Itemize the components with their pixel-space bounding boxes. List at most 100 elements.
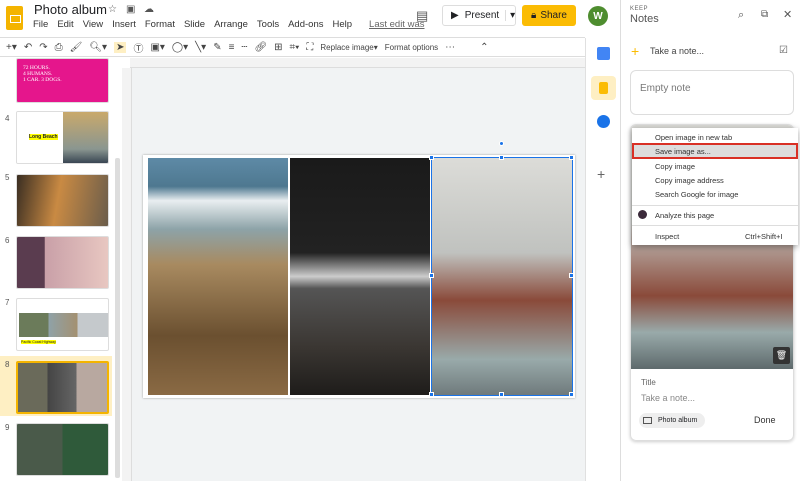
close-icon[interactable]: ✕ (783, 8, 792, 21)
menu-view[interactable]: View (83, 19, 103, 30)
resize-handle[interactable] (429, 273, 434, 278)
ocean-rocks-photo[interactable] (148, 158, 288, 395)
menu-edit[interactable]: Edit (57, 19, 73, 30)
resize-handle[interactable] (569, 392, 574, 397)
person-standing-photo[interactable] (290, 158, 430, 395)
vertical-ruler (122, 68, 132, 481)
calendar-icon[interactable] (597, 47, 610, 60)
slide-thumbnail-8-selected[interactable] (16, 361, 109, 414)
delete-icon[interactable]: 🗑︎ (773, 347, 790, 364)
border-dash-icon[interactable]: ┄ (241, 42, 247, 53)
slide-number: 4 (5, 114, 10, 123)
rotate-handle[interactable] (499, 141, 504, 146)
menu-analyze-page[interactable]: Analyze this page (655, 211, 714, 220)
context-menu: Open image in new tab Save image as... C… (632, 128, 798, 245)
slides-logo[interactable] (6, 6, 23, 30)
format-options-button[interactable]: Format options (385, 43, 438, 52)
menu-inspect[interactable]: Inspect (655, 232, 679, 241)
filmstrip-scrollbar[interactable] (115, 158, 120, 478)
border-weight-icon[interactable]: ≡ (229, 42, 235, 53)
slide-7-title: Pacific Coast Highway (21, 340, 56, 344)
golden-gate-bridge-photo[interactable] (431, 157, 573, 396)
slide-thumbnail-3[interactable]: 72 HOURS. 4 HUMANS. 1 CAR. 3 DOGS. (16, 58, 109, 103)
print-icon[interactable]: ⎙ (55, 42, 63, 53)
note-body-input[interactable]: Take a note... (641, 393, 695, 403)
crop-icon[interactable]: ⌗▾ (290, 42, 300, 53)
slide-thumbnail-4[interactable]: Long Beach (16, 111, 109, 164)
new-list-icon[interactable]: ☑ (779, 45, 788, 56)
select-icon[interactable]: ➤ (114, 41, 127, 53)
keep-icon-active[interactable] (591, 76, 616, 100)
take-note-input[interactable]: Take a note... (650, 46, 704, 56)
note-title-input[interactable]: Title (641, 378, 656, 387)
resize-handle[interactable] (429, 392, 434, 397)
keep-title: Notes (630, 13, 659, 25)
slide-filmstrip[interactable]: 72 HOURS. 4 HUMANS. 1 CAR. 3 DOGS. 4 Lon… (0, 58, 122, 481)
resize-handle[interactable] (499, 155, 504, 160)
toolbar: +▾ ↶ ↷ ⎙ 🖌︎ 🔍︎▾ ➤ Ⓣ ▣▾ ◯▾ ╲▾ ✎ ≡ ┄ 🔗︎ ⊞ … (0, 37, 585, 57)
redo-icon[interactable]: ↷ (39, 42, 47, 53)
add-note-icon: + (631, 43, 640, 59)
menu-slide[interactable]: Slide (184, 19, 205, 30)
present-button[interactable]: ▶ Present ▾ (442, 5, 516, 26)
link-icon[interactable]: 🔗︎ (254, 42, 267, 53)
lock-icon: 🔒︎ (530, 10, 537, 21)
resize-handle[interactable] (429, 155, 434, 160)
horizontal-ruler (130, 58, 585, 68)
paint-format-icon[interactable]: 🖌︎ (70, 42, 83, 53)
menu-divider (632, 225, 798, 226)
new-slide-icon[interactable]: +▾ (6, 42, 17, 53)
comment-add-icon[interactable]: ⊞ (274, 42, 282, 53)
done-button[interactable]: Done (754, 415, 776, 425)
undo-icon[interactable]: ↶ (24, 42, 32, 53)
menu-search-google-image[interactable]: Search Google for image (655, 190, 738, 199)
slide[interactable] (143, 141, 575, 398)
menu-open-image-new-tab[interactable]: Open image in new tab (655, 133, 732, 142)
comment-icon[interactable]: ▤ (416, 8, 428, 24)
resize-handle[interactable] (569, 155, 574, 160)
present-dropdown-icon[interactable]: ▾ (505, 10, 519, 21)
menu-addons[interactable]: Add-ons (288, 19, 323, 30)
menu-copy-image[interactable]: Copy image (655, 162, 695, 171)
open-in-new-icon[interactable]: ⧉ (761, 9, 768, 20)
add-addon-icon[interactable]: + (597, 166, 605, 182)
empty-note-card[interactable]: Empty note (630, 70, 794, 115)
keep-label: KEEP (630, 6, 649, 12)
menu-help[interactable]: Help (332, 19, 352, 30)
folder-icon[interactable]: ▣ (126, 4, 135, 15)
menu-file[interactable]: File (33, 19, 48, 30)
menu-save-image-as[interactable]: Save image as... (632, 143, 798, 159)
menu-divider (632, 205, 798, 206)
menu-insert[interactable]: Insert (112, 19, 136, 30)
shape-icon[interactable]: ◯▾ (172, 42, 188, 53)
mask-icon[interactable]: ⛶ (306, 42, 313, 53)
save-image-label: Save image as... (655, 147, 711, 156)
share-button[interactable]: 🔒︎ Share (522, 5, 576, 26)
share-label: Share (540, 10, 567, 21)
resize-handle[interactable] (569, 273, 574, 278)
more-icon[interactable]: ⋯ (445, 42, 455, 53)
star-icon[interactable]: ☆ (108, 4, 117, 15)
resize-handle[interactable] (499, 392, 504, 397)
photo-album-chip[interactable]: Photo album (639, 413, 706, 428)
image-icon[interactable]: ▣▾ (150, 42, 164, 53)
text-box-icon[interactable]: Ⓣ (133, 40, 143, 55)
tasks-icon[interactable] (597, 115, 610, 128)
slide-thumbnail-6[interactable] (16, 236, 109, 289)
collapse-icon[interactable]: ⌃ (480, 42, 488, 53)
menu-tools[interactable]: Tools (257, 19, 279, 30)
avatar[interactable]: W (588, 6, 608, 26)
border-color-icon[interactable]: ✎ (213, 42, 221, 53)
menu-arrange[interactable]: Arrange (214, 19, 248, 30)
slides-chip-icon (643, 417, 652, 424)
zoom-icon[interactable]: 🔍︎▾ (89, 42, 107, 53)
search-icon[interactable]: ⌕ (738, 9, 744, 22)
slide-thumbnail-5[interactable] (16, 174, 109, 227)
menu-format[interactable]: Format (145, 19, 175, 30)
slide-thumbnail-7[interactable]: Pacific Coast Highway (16, 298, 109, 351)
slide-thumbnail-9[interactable] (16, 423, 109, 476)
document-title[interactable]: Photo album (34, 2, 107, 17)
replace-image-button[interactable]: Replace image▾ (320, 43, 377, 52)
menu-copy-image-address[interactable]: Copy image address (655, 176, 724, 185)
line-icon[interactable]: ╲▾ (195, 42, 206, 53)
